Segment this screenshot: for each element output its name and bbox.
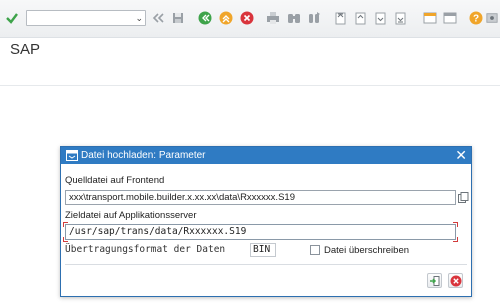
dialog-title: Datei hochladen: Parameter	[81, 150, 206, 161]
close-icon[interactable]: ✕	[455, 147, 467, 163]
overwrite-checkbox[interactable]	[310, 245, 320, 255]
transfer-format-value: BIN	[253, 244, 271, 255]
first-page-icon[interactable]	[333, 11, 347, 25]
chevron-down-icon[interactable]: ⌄	[135, 11, 143, 25]
shortcut-icon[interactable]	[443, 11, 457, 25]
source-file-field[interactable]: xxx\transport.mobile.builder.x.xx.xx\dat…	[65, 190, 456, 205]
find-next-icon[interactable]	[307, 11, 321, 25]
system-toolbar: ⌄ ?	[0, 0, 500, 38]
copy-icon[interactable]	[458, 192, 469, 203]
new-session-icon[interactable]	[423, 11, 437, 25]
cancel-button[interactable]	[448, 273, 463, 288]
page-title: SAP	[10, 41, 41, 58]
last-page-icon[interactable]	[393, 11, 407, 25]
exit-icon[interactable]	[219, 11, 233, 25]
dialog-header: Datei hochladen: Parameter ✕	[61, 147, 471, 164]
print-icon[interactable]	[266, 11, 280, 25]
back-nav-icon[interactable]	[198, 11, 212, 25]
target-file-label: Zieldatei auf Applikationsserver	[65, 210, 197, 221]
focus-corner	[63, 237, 68, 242]
execute-button[interactable]	[427, 273, 442, 288]
enter-icon[interactable]	[5, 11, 19, 25]
target-file-value: /usr/sap/trans/data/Rxxxxxx.S19	[69, 226, 247, 237]
dialog-divider	[65, 264, 467, 265]
source-file-label: Quelldatei auf Frontend	[65, 175, 165, 186]
upload-dialog: Datei hochladen: Parameter ✕ Quelldatei …	[60, 146, 472, 297]
overwrite-label: Datei überschreiben	[324, 245, 410, 256]
next-page-icon[interactable]	[373, 11, 387, 25]
transfer-format-field[interactable]: BIN	[250, 243, 276, 257]
focus-corner	[453, 237, 458, 242]
customize-icon[interactable]	[486, 11, 498, 25]
previous-page-icon[interactable]	[353, 11, 367, 25]
cancel-icon[interactable]	[240, 11, 254, 25]
execute-icon	[430, 276, 440, 286]
find-icon[interactable]	[287, 11, 301, 25]
source-file-value: xxx\transport.mobile.builder.x.xx.xx\dat…	[69, 192, 295, 203]
cancel-icon	[450, 275, 462, 287]
save-icon[interactable]	[171, 11, 185, 25]
dialog-window-icon	[66, 150, 78, 161]
command-field[interactable]: ⌄	[26, 10, 146, 26]
focus-corner	[63, 222, 68, 227]
title-divider	[0, 85, 500, 86]
target-file-field[interactable]: /usr/sap/trans/data/Rxxxxxx.S19	[65, 224, 456, 240]
app-title-bar: SAP	[0, 38, 500, 80]
focus-corner	[453, 222, 458, 227]
help-icon[interactable]: ?	[469, 11, 483, 25]
transfer-format-label: Übertragungsformat der Daten	[65, 244, 226, 255]
back-icon[interactable]	[151, 11, 165, 25]
svg-text:?: ?	[473, 14, 479, 25]
